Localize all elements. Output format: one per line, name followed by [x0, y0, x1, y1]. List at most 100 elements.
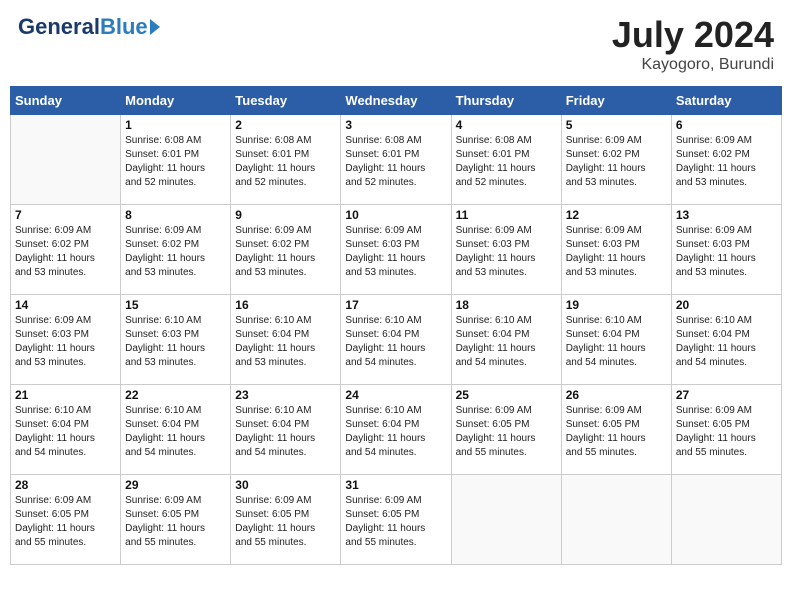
calendar-header-saturday: Saturday: [671, 87, 781, 115]
calendar-header-thursday: Thursday: [451, 87, 561, 115]
day-number: 24: [345, 388, 446, 402]
day-number: 18: [456, 298, 557, 312]
calendar-cell: 8 Sunrise: 6:09 AM Sunset: 6:02 PM Daylig…: [121, 205, 231, 295]
day-info: Sunrise: 6:09 AM Sunset: 6:03 PM Dayligh…: [676, 224, 777, 280]
calendar-week-row: 28 Sunrise: 6:09 AM Sunset: 6:05 PM Dayli…: [11, 475, 782, 565]
day-info: Sunrise: 6:10 AM Sunset: 6:04 PM Dayligh…: [125, 404, 226, 460]
calendar-cell: 24 Sunrise: 6:10 AM Sunset: 6:04 PM Dayli…: [341, 385, 451, 475]
day-number: 7: [15, 208, 116, 222]
day-number: 15: [125, 298, 226, 312]
logo-text: GeneralBlue: [18, 14, 160, 40]
location: Kayogoro, Burundi: [612, 56, 774, 74]
day-number: 5: [566, 118, 667, 132]
day-info: Sunrise: 6:09 AM Sunset: 6:05 PM Dayligh…: [15, 494, 116, 550]
calendar-cell: 28 Sunrise: 6:09 AM Sunset: 6:05 PM Dayli…: [11, 475, 121, 565]
page-header: GeneralBlue July 2024 Kayogoro, Burundi: [10, 10, 782, 78]
day-number: 22: [125, 388, 226, 402]
calendar-week-row: 14 Sunrise: 6:09 AM Sunset: 6:03 PM Dayli…: [11, 295, 782, 385]
day-info: Sunrise: 6:09 AM Sunset: 6:03 PM Dayligh…: [456, 224, 557, 280]
calendar-cell: 27Sunrise: 6:09 AM Sunset: 6:05 PM Dayli…: [671, 385, 781, 475]
calendar-cell: 4 Sunrise: 6:08 AM Sunset: 6:01 PM Daylig…: [451, 115, 561, 205]
day-info: Sunrise: 6:10 AM Sunset: 6:04 PM Dayligh…: [566, 314, 667, 370]
calendar-header-sunday: Sunday: [11, 87, 121, 115]
calendar-cell: 31Sunrise: 6:09 AM Sunset: 6:05 PM Dayli…: [341, 475, 451, 565]
logo-general: General: [18, 14, 100, 40]
day-info: Sunrise: 6:10 AM Sunset: 6:04 PM Dayligh…: [235, 404, 336, 460]
day-number: 4: [456, 118, 557, 132]
day-number: 29: [125, 478, 226, 492]
day-info: Sunrise: 6:09 AM Sunset: 6:05 PM Dayligh…: [456, 404, 557, 460]
calendar-cell: 2Sunrise: 6:08 AM Sunset: 6:01 PM Daylig…: [231, 115, 341, 205]
day-info: Sunrise: 6:10 AM Sunset: 6:04 PM Dayligh…: [15, 404, 116, 460]
day-number: 21: [15, 388, 116, 402]
calendar-cell: [451, 475, 561, 565]
day-info: Sunrise: 6:09 AM Sunset: 6:02 PM Dayligh…: [125, 224, 226, 280]
day-number: 16: [235, 298, 336, 312]
calendar-cell: 7 Sunrise: 6:09 AM Sunset: 6:02 PM Daylig…: [11, 205, 121, 295]
day-info: Sunrise: 6:10 AM Sunset: 6:04 PM Dayligh…: [235, 314, 336, 370]
day-info: Sunrise: 6:09 AM Sunset: 6:02 PM Dayligh…: [15, 224, 116, 280]
day-info: Sunrise: 6:08 AM Sunset: 6:01 PM Dayligh…: [456, 134, 557, 190]
logo-blue: Blue: [100, 14, 148, 40]
day-number: 13: [676, 208, 777, 222]
day-info: Sunrise: 6:08 AM Sunset: 6:01 PM Dayligh…: [125, 134, 226, 190]
calendar-cell: 10 Sunrise: 6:09 AM Sunset: 6:03 PM Dayli…: [341, 205, 451, 295]
calendar-cell: 30Sunrise: 6:09 AM Sunset: 6:05 PM Dayli…: [231, 475, 341, 565]
day-number: 12: [566, 208, 667, 222]
day-info: Sunrise: 6:08 AM Sunset: 6:01 PM Dayligh…: [345, 134, 446, 190]
day-number: 1: [125, 118, 226, 132]
day-number: 19: [566, 298, 667, 312]
day-number: 3: [345, 118, 446, 132]
day-info: Sunrise: 6:09 AM Sunset: 6:03 PM Dayligh…: [566, 224, 667, 280]
calendar-table: SundayMondayTuesdayWednesdayThursdayFrid…: [10, 86, 782, 565]
title-section: July 2024 Kayogoro, Burundi: [612, 14, 774, 74]
calendar-cell: 16 Sunrise: 6:10 AM Sunset: 6:04 PM Dayli…: [231, 295, 341, 385]
day-number: 28: [15, 478, 116, 492]
calendar-cell: 14 Sunrise: 6:09 AM Sunset: 6:03 PM Dayli…: [11, 295, 121, 385]
day-info: Sunrise: 6:09 AM Sunset: 6:02 PM Dayligh…: [235, 224, 336, 280]
logo-triangle-icon: [150, 19, 160, 35]
day-info: Sunrise: 6:10 AM Sunset: 6:03 PM Dayligh…: [125, 314, 226, 370]
day-number: 8: [125, 208, 226, 222]
day-info: Sunrise: 6:09 AM Sunset: 6:05 PM Dayligh…: [125, 494, 226, 550]
calendar-cell: 26Sunrise: 6:09 AM Sunset: 6:05 PM Dayli…: [561, 385, 671, 475]
day-info: Sunrise: 6:09 AM Sunset: 6:02 PM Dayligh…: [566, 134, 667, 190]
day-number: 6: [676, 118, 777, 132]
day-info: Sunrise: 6:09 AM Sunset: 6:03 PM Dayligh…: [15, 314, 116, 370]
day-number: 27: [676, 388, 777, 402]
calendar-cell: 25Sunrise: 6:09 AM Sunset: 6:05 PM Dayli…: [451, 385, 561, 475]
calendar-cell: 23 Sunrise: 6:10 AM Sunset: 6:04 PM Dayli…: [231, 385, 341, 475]
calendar-cell: 11 Sunrise: 6:09 AM Sunset: 6:03 PM Dayli…: [451, 205, 561, 295]
calendar-cell: 29 Sunrise: 6:09 AM Sunset: 6:05 PM Dayli…: [121, 475, 231, 565]
calendar-cell: 20 Sunrise: 6:10 AM Sunset: 6:04 PM Dayli…: [671, 295, 781, 385]
calendar-header-wednesday: Wednesday: [341, 87, 451, 115]
day-number: 9: [235, 208, 336, 222]
calendar-cell: 9 Sunrise: 6:09 AM Sunset: 6:02 PM Daylig…: [231, 205, 341, 295]
day-number: 11: [456, 208, 557, 222]
day-info: Sunrise: 6:09 AM Sunset: 6:05 PM Dayligh…: [345, 494, 446, 550]
calendar-cell: 22 Sunrise: 6:10 AM Sunset: 6:04 PM Dayli…: [121, 385, 231, 475]
calendar-week-row: 7 Sunrise: 6:09 AM Sunset: 6:02 PM Daylig…: [11, 205, 782, 295]
day-info: Sunrise: 6:10 AM Sunset: 6:04 PM Dayligh…: [676, 314, 777, 370]
day-info: Sunrise: 6:10 AM Sunset: 6:04 PM Dayligh…: [345, 404, 446, 460]
day-number: 20: [676, 298, 777, 312]
day-number: 30: [235, 478, 336, 492]
day-info: Sunrise: 6:08 AM Sunset: 6:01 PM Dayligh…: [235, 134, 336, 190]
day-number: 14: [15, 298, 116, 312]
calendar-cell: 15 Sunrise: 6:10 AM Sunset: 6:03 PM Dayli…: [121, 295, 231, 385]
calendar-cell: [671, 475, 781, 565]
day-info: Sunrise: 6:10 AM Sunset: 6:04 PM Dayligh…: [345, 314, 446, 370]
day-number: 17: [345, 298, 446, 312]
calendar-cell: [561, 475, 671, 565]
day-number: 10: [345, 208, 446, 222]
day-info: Sunrise: 6:09 AM Sunset: 6:03 PM Dayligh…: [345, 224, 446, 280]
calendar-cell: 12 Sunrise: 6:09 AM Sunset: 6:03 PM Dayli…: [561, 205, 671, 295]
calendar-week-row: 21 Sunrise: 6:10 AM Sunset: 6:04 PM Dayli…: [11, 385, 782, 475]
calendar-cell: 17 Sunrise: 6:10 AM Sunset: 6:04 PM Dayli…: [341, 295, 451, 385]
day-number: 23: [235, 388, 336, 402]
calendar-cell: [11, 115, 121, 205]
calendar-week-row: 1 Sunrise: 6:08 AM Sunset: 6:01 PM Daylig…: [11, 115, 782, 205]
calendar-header-friday: Friday: [561, 87, 671, 115]
day-number: 26: [566, 388, 667, 402]
calendar-header-monday: Monday: [121, 87, 231, 115]
